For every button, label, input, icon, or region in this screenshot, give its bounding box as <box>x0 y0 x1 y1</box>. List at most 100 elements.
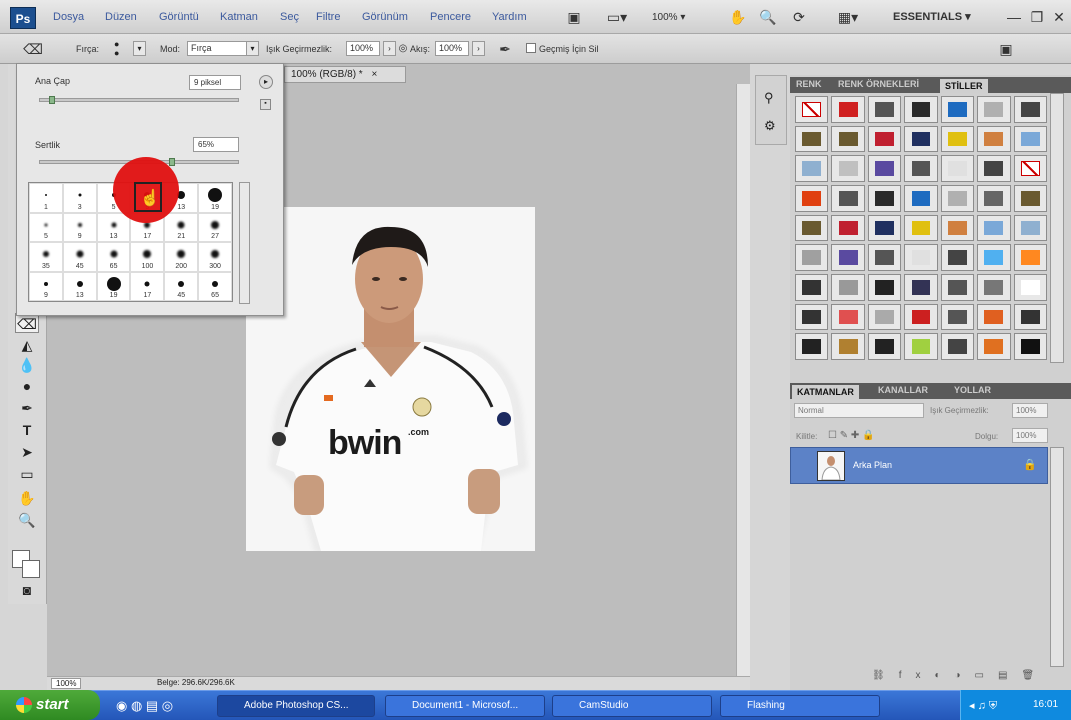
actions-panel-icon[interactable]: ⚙ <box>764 118 776 134</box>
task-camstudio[interactable]: CamStudio <box>552 695 712 717</box>
path-selection-tool-icon[interactable]: ➤ <box>15 442 39 462</box>
style-swatch[interactable] <box>795 303 829 331</box>
style-swatch[interactable] <box>867 303 902 331</box>
status-zoom[interactable]: 100% <box>51 678 82 689</box>
shape-tool-icon[interactable]: ▭ <box>15 464 39 484</box>
mode-dropdown-icon[interactable]: ▾ <box>246 41 259 56</box>
quick-launch-icons[interactable]: ◉ ◍ ▤ ◎ <box>116 698 173 714</box>
opacity-input[interactable]: 100% <box>346 41 380 56</box>
style-swatch[interactable] <box>1013 155 1047 182</box>
brush-preset-cell[interactable]: 45 <box>164 271 199 301</box>
menu-view[interactable]: Görünüm <box>362 11 408 23</box>
document-canvas[interactable]: bwin .com <box>246 207 535 552</box>
type-tool-icon[interactable]: T <box>15 420 39 440</box>
zoom-tool-icon[interactable]: 🔍 <box>757 8 779 26</box>
style-swatch[interactable] <box>940 96 975 123</box>
workspace-switcher[interactable]: ESSENTIALS ▾ <box>893 10 971 23</box>
style-swatch[interactable] <box>940 184 975 212</box>
brush-preset-cell[interactable]: 1 <box>29 183 63 213</box>
tablet-pressure-icon[interactable]: ▣ <box>995 40 1017 58</box>
style-swatch[interactable] <box>795 184 829 212</box>
blend-mode-select[interactable]: Normal <box>794 403 924 418</box>
canvas-vertical-scrollbar[interactable] <box>736 84 750 676</box>
style-swatch[interactable] <box>904 214 938 242</box>
style-swatch[interactable] <box>867 96 902 123</box>
bridge-icon[interactable]: ▣ <box>563 8 585 26</box>
style-swatch[interactable] <box>831 244 865 271</box>
task-flashing[interactable]: Flashing <box>720 695 880 717</box>
style-swatch[interactable] <box>795 273 829 301</box>
restore-icon[interactable]: ❐ <box>1026 8 1048 26</box>
dodge-tool-icon[interactable]: ● <box>15 376 39 396</box>
style-swatch[interactable] <box>977 214 1011 242</box>
style-swatch[interactable] <box>940 273 975 301</box>
eraser-preset-icon[interactable]: ⌫ <box>22 40 44 58</box>
style-swatch[interactable] <box>795 214 829 242</box>
panel-menu-icon[interactable]: ▸ <box>259 75 273 89</box>
style-swatch[interactable] <box>831 155 865 182</box>
tab-styles[interactable]: STİLLER <box>940 79 988 93</box>
style-swatch[interactable] <box>977 125 1011 153</box>
layer-opacity-input[interactable]: 100% <box>1012 403 1048 418</box>
lock-icons[interactable]: ☐ ✎ ✚ 🔒 <box>828 430 875 441</box>
style-swatch[interactable] <box>1013 96 1047 123</box>
brush-preset-cell[interactable]: 45 <box>62 242 97 272</box>
brush-preset-cell[interactable]: 9 <box>62 212 97 242</box>
menu-image[interactable]: Görüntü <box>159 11 199 23</box>
style-swatch[interactable] <box>904 303 938 331</box>
tab-paths[interactable]: YOLLAR <box>954 385 991 395</box>
erase-history-checkbox[interactable] <box>526 43 536 53</box>
style-swatch[interactable] <box>977 273 1011 301</box>
brush-preset-cell[interactable]: 17 <box>130 271 165 301</box>
style-swatch[interactable] <box>831 125 865 153</box>
brush-preset-cell[interactable]: 5 <box>29 212 63 242</box>
style-swatch[interactable] <box>831 214 865 242</box>
zoom-level-select[interactable]: 100% ▾ <box>644 9 712 26</box>
flow-input[interactable]: 100% <box>435 41 469 56</box>
menu-help[interactable]: Yardım <box>492 11 527 23</box>
layer-panel-footer-icons[interactable]: ⛓fx◐◑▭▤🗑 <box>872 670 1048 681</box>
style-swatch[interactable] <box>867 125 902 153</box>
style-swatch[interactable] <box>904 184 938 212</box>
style-swatch[interactable] <box>867 184 902 212</box>
style-swatch[interactable] <box>831 184 865 212</box>
style-swatch[interactable] <box>867 155 902 182</box>
layers-scrollbar[interactable] <box>1050 447 1064 667</box>
style-swatch[interactable] <box>795 96 829 123</box>
tab-swatches[interactable]: RENK ÖRNEKLERİ <box>838 79 919 89</box>
master-diameter-input[interactable]: 9 piksel <box>189 75 241 90</box>
style-swatch[interactable] <box>904 125 938 153</box>
brush-preset-cell[interactable]: 27 <box>198 212 232 242</box>
brush-preview-icon[interactable]: ● ● <box>114 40 124 58</box>
arrange-documents-icon[interactable]: ▦▾ <box>830 8 866 26</box>
brush-list-scrollbar[interactable] <box>239 182 250 304</box>
task-word[interactable]: Document1 - Microsof... <box>385 695 545 717</box>
brush-preset-cell[interactable]: 65 <box>198 271 232 301</box>
style-swatch[interactable] <box>867 244 902 271</box>
quick-mask-icon[interactable]: ◙ <box>15 580 39 600</box>
layer-row-background[interactable]: Arka Plan 🔒 <box>790 447 1048 484</box>
rotate-view-icon[interactable]: ⟳ <box>788 8 810 26</box>
hand-tool-icon[interactable]: ✋ <box>727 8 749 26</box>
style-swatch[interactable] <box>867 273 902 301</box>
style-swatch[interactable] <box>1013 125 1047 153</box>
style-swatch[interactable] <box>977 333 1011 360</box>
style-swatch[interactable] <box>795 333 829 360</box>
close-icon[interactable]: ✕ <box>1048 8 1070 26</box>
menu-select[interactable]: Seç <box>280 11 299 23</box>
diameter-slider-thumb[interactable] <box>49 96 55 104</box>
task-photoshop[interactable]: Adobe Photoshop CS... <box>217 695 375 717</box>
menu-layer[interactable]: Katman <box>220 11 258 23</box>
style-swatch[interactable] <box>831 333 865 360</box>
document-tab[interactable]: 100% (RGB/8) * × <box>284 66 406 83</box>
minimize-icon[interactable]: — <box>1003 8 1025 26</box>
style-swatch[interactable] <box>977 184 1011 212</box>
style-swatch[interactable] <box>940 125 975 153</box>
opacity-slider-button[interactable]: › <box>383 41 396 56</box>
style-swatch[interactable] <box>904 273 938 301</box>
menu-filter[interactable]: Filtre <box>316 11 340 23</box>
style-swatch[interactable] <box>795 244 829 271</box>
flow-slider-button[interactable]: › <box>472 41 485 56</box>
style-swatch[interactable] <box>831 96 865 123</box>
menu-edit[interactable]: Düzen <box>105 11 137 23</box>
